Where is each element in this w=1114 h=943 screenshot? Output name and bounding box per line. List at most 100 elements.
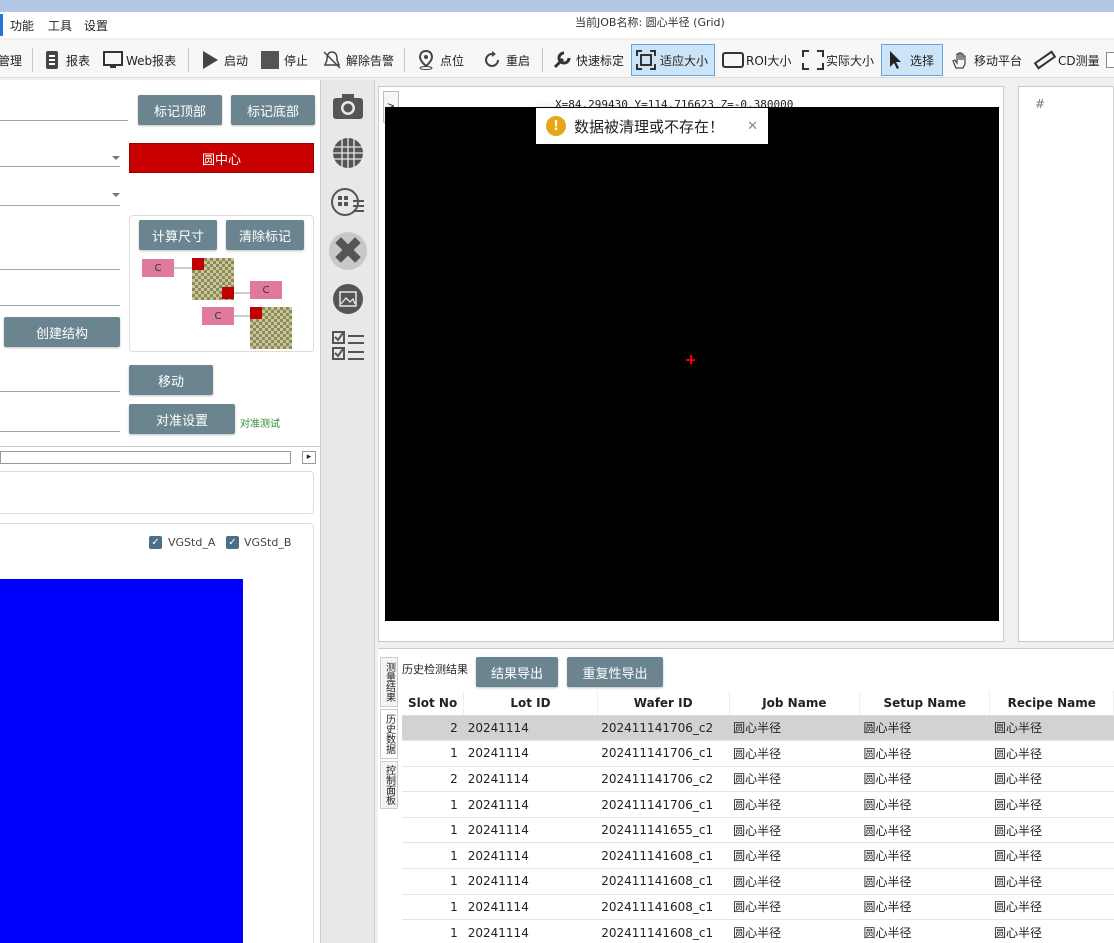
toast-notification: ! 数据被清理或不存在！ ✕ — [536, 108, 768, 144]
col-setup-name[interactable]: Setup Name — [859, 691, 991, 716]
table-cell: 1 — [402, 894, 464, 921]
table-row[interactable]: 2 20241114 202411141706_c2 圆心半径 圆心半径 圆心半径 — [402, 766, 1114, 793]
field-underline — [0, 431, 120, 432]
menu-function[interactable]: 功能 — [10, 17, 34, 34]
align-settings-button[interactable]: 对准设置 — [129, 404, 235, 434]
wafer-list-icon — [331, 185, 365, 222]
col-job-name[interactable]: Job Name — [729, 691, 861, 716]
tab-history-data[interactable]: 历史数据 — [380, 709, 398, 759]
table-cell: 圆心半径 — [859, 791, 990, 818]
right-list-header: # — [1035, 97, 1046, 111]
clear-alarm-button[interactable]: 解除告警 — [318, 44, 398, 76]
image-viewer-panel: > X=84.299430 Y=114.716623 Z=-0.380000 — [378, 86, 1004, 642]
col-slot-no[interactable]: Slot No — [402, 691, 465, 716]
create-structure-button[interactable]: 创建结构 — [4, 317, 120, 347]
table-cell: 202411141608_c1 — [597, 894, 730, 921]
circle-center-button[interactable]: 圆中心 — [129, 143, 314, 173]
actual-size-icon — [802, 50, 824, 70]
checklist-button[interactable] — [329, 328, 367, 366]
table-cell: 圆心半径 — [859, 740, 990, 767]
table-cell: 圆心半径 — [989, 868, 1114, 895]
table-header-row: Slot No Lot ID Wafer ID Job Name Setup N… — [402, 691, 1114, 716]
chevron-down-icon[interactable] — [112, 156, 120, 160]
table-row[interactable]: 1 20241114 202411141655_c1 圆心半径 圆心半径 圆心半径 — [402, 817, 1114, 844]
tab-measure-results[interactable]: 测量结果 — [380, 657, 398, 707]
toolbar-overflow[interactable] — [1106, 52, 1114, 68]
table-cell: 202411141706_c2 — [597, 715, 730, 742]
quick-calibrate-button[interactable]: 快速标定 — [548, 44, 628, 76]
table-cell: 圆心半径 — [859, 868, 990, 895]
corner-mark — [222, 287, 234, 299]
table-cell: 圆心半径 — [859, 817, 990, 844]
table-cell: 202411141706_c1 — [597, 740, 730, 767]
camera-image[interactable] — [385, 107, 999, 621]
web-report-button[interactable]: Web报表 — [98, 44, 180, 76]
toolbar-separator — [542, 48, 543, 72]
table-row[interactable]: 1 20241114 202411141608_c1 圆心半径 圆心半径 圆心半径 — [402, 919, 1114, 943]
mark-bottom-button[interactable]: 标记底部 — [231, 95, 315, 125]
checkbox-vgstd-b-label: VGStd_B — [244, 536, 292, 549]
move-platform-button[interactable]: 移动平台 — [946, 44, 1026, 76]
export-results-button[interactable]: 结果导出 — [476, 657, 558, 687]
table-cell: 2 — [402, 715, 464, 742]
table-cell: 圆心半径 — [989, 919, 1114, 943]
dropdown-2[interactable] — [0, 205, 120, 206]
manage-button[interactable]: 管理 — [0, 44, 26, 76]
dropdown-1[interactable] — [0, 166, 120, 167]
tab-control-panel[interactable]: 控制面板 — [380, 761, 398, 809]
scroll-right-icon[interactable]: ▸ — [302, 451, 316, 464]
roi-size-label: ROI大小 — [746, 53, 792, 68]
field-underline — [0, 305, 120, 306]
start-button[interactable]: 启动 — [196, 44, 252, 76]
fit-size-button[interactable]: 适应大小 — [631, 44, 715, 76]
table-cell: 2 — [402, 766, 464, 793]
move-button[interactable]: 移动 — [129, 365, 213, 395]
restart-button[interactable]: 重启 — [478, 44, 534, 76]
table-cell: 圆心半径 — [859, 842, 990, 870]
actual-size-button[interactable]: 实际大小 — [798, 44, 878, 76]
checkbox-vgstd-a[interactable]: ✓ — [149, 536, 162, 549]
col-recipe-name[interactable]: Recipe Name — [989, 691, 1114, 716]
table-cell: 1 — [402, 791, 464, 818]
menu-tools[interactable]: 工具 — [48, 17, 72, 34]
table-row[interactable]: 2 20241114 202411141706_c2 圆心半径 圆心半径 圆心半径 — [402, 715, 1114, 742]
stop-button[interactable]: 停止 — [256, 44, 312, 76]
move-platform-label: 移动平台 — [974, 53, 1023, 68]
clear-alarm-label: 解除告警 — [346, 53, 395, 68]
checkbox-vgstd-b[interactable]: ✓ — [226, 536, 239, 549]
export-repeatability-button[interactable]: 重复性导出 — [567, 657, 663, 687]
checkbox-vgstd-a-label: VGStd_A — [168, 536, 216, 549]
image-button[interactable] — [329, 281, 367, 319]
table-row[interactable]: 1 20241114 202411141608_c1 圆心半径 圆心半径 圆心半径 — [402, 868, 1114, 895]
wafer-map-button[interactable] — [329, 184, 367, 222]
camera-button[interactable] — [329, 88, 367, 126]
table-row[interactable]: 1 20241114 202411141706_c1 圆心半径 圆心半径 圆心半径 — [402, 740, 1114, 767]
measure-tool-button[interactable] — [329, 232, 367, 270]
mark-top-button[interactable]: 标记顶部 — [138, 95, 222, 125]
cd-measure-button[interactable]: CD测量 — [1030, 44, 1104, 76]
table-cell: 圆心半径 — [729, 715, 860, 742]
image-icon — [331, 282, 365, 319]
stop-label: 停止 — [284, 53, 309, 68]
corner-mark — [250, 307, 262, 319]
info-box — [0, 471, 314, 514]
location-button[interactable]: 点位 — [412, 44, 468, 76]
col-lot-id[interactable]: Lot ID — [463, 691, 598, 716]
field-underline — [0, 391, 120, 392]
align-test-link[interactable]: 对准测试 — [240, 415, 280, 430]
roi-size-button[interactable]: ROI大小 — [718, 44, 795, 76]
job-title: 当前JOB名称: 圆心半径 (Grid) — [575, 16, 725, 29]
grid-button[interactable] — [329, 135, 367, 173]
col-wafer-id[interactable]: Wafer ID — [597, 691, 730, 716]
table-row[interactable]: 1 20241114 202411141608_c1 圆心半径 圆心半径 圆心半径 — [402, 894, 1114, 921]
report-button[interactable]: 报表 — [38, 44, 94, 76]
menu-settings[interactable]: 设置 — [84, 17, 108, 34]
select-button[interactable]: 选择 — [881, 44, 943, 76]
horizontal-scrollbar[interactable] — [0, 451, 291, 464]
close-icon[interactable]: ✕ — [747, 119, 758, 134]
table-row[interactable]: 1 20241114 202411141706_c1 圆心半径 圆心半径 圆心半径 — [402, 791, 1114, 818]
chevron-down-icon[interactable] — [112, 193, 120, 197]
table-cell: 圆心半径 — [989, 740, 1114, 767]
table-row[interactable]: 1 20241114 202411141608_c1 圆心半径 圆心半径 圆心半径 — [402, 842, 1114, 870]
table-cell: 20241114 — [463, 868, 598, 895]
